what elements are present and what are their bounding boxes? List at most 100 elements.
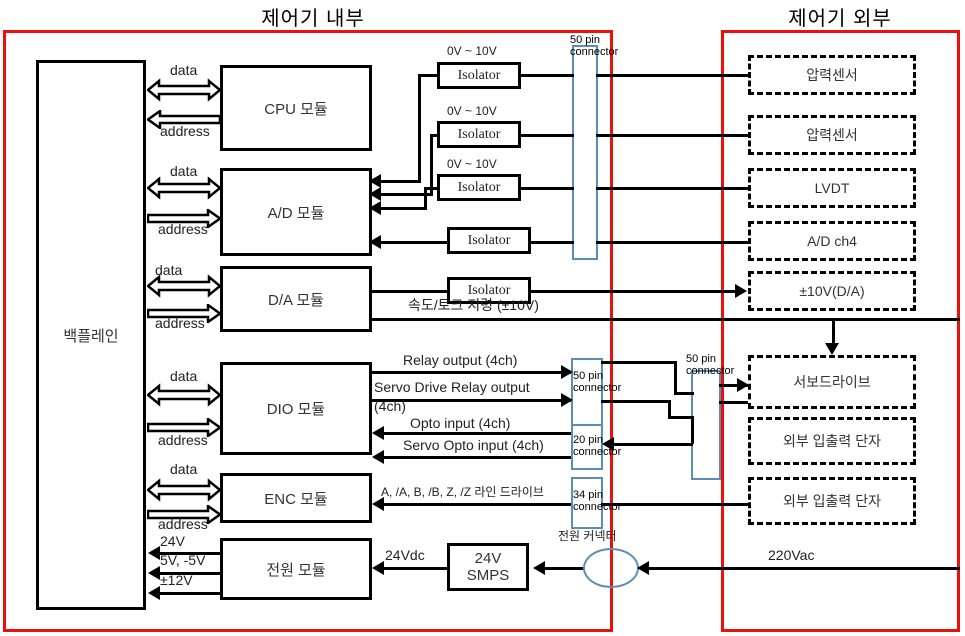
label-220vac: 220Vac — [768, 547, 815, 563]
bus-dio-address-label: address — [158, 432, 208, 448]
device-pressure-sensor-1-label: 압력센서 — [806, 67, 858, 83]
connector-34pin-enc-label-line1: 34 pin — [573, 489, 603, 501]
arrow-da-to-servo — [825, 343, 839, 355]
isolator-1-label: Isolator — [457, 67, 501, 83]
arrow-iso1-to-ad — [369, 174, 381, 188]
module-enc: ENC 모듈 — [220, 473, 372, 523]
label-24v: 24V — [160, 533, 185, 549]
device-external-io-2-label: 외부 입출력 단자 — [783, 493, 881, 509]
connector-50pin-ad-label-line1: 50 pin — [570, 34, 600, 46]
wire-dio50-to-ext — [674, 392, 694, 395]
wire-servo-opto-input — [383, 456, 571, 459]
label-relay-output: Relay output (4ch) — [403, 352, 518, 368]
isolator-1: Isolator — [437, 62, 521, 89]
wire-da-to-iso5 — [372, 290, 450, 293]
wire-dio50-out-bot — [601, 400, 671, 403]
isolator-2-range: 0V ~ 10V — [447, 104, 497, 118]
connector-50pin-ad-label-line2: connector — [570, 46, 619, 58]
isolator-4-label: Isolator — [467, 232, 511, 248]
wire-34pin-to-ext-io — [601, 503, 748, 506]
bus-da-data-label: data — [155, 262, 183, 278]
wire-iso1-out — [520, 74, 574, 77]
bus-da-address-label: address — [155, 315, 205, 331]
wire-iso1-in-h — [418, 74, 439, 77]
label-12v: ±12V — [160, 572, 193, 588]
da-signal-label: 속도/토크 지령 (±10V) — [408, 297, 539, 313]
wire-conn-to-sensor2 — [596, 134, 748, 137]
bus-ad-data-label: data — [170, 163, 198, 179]
wire-conn-to-adch4 — [596, 241, 748, 244]
diagram-canvas: 제어기 내부 제어기 외부 백플레인 CPU 모듈 A/D 모듈 D/A 모듈 … — [0, 0, 965, 636]
bus-dio-data-label: data — [170, 368, 198, 384]
device-ad-ch4: A/D ch4 — [748, 221, 916, 261]
isolator-3: Isolator — [437, 174, 521, 201]
label-5v: 5V, -5V — [160, 552, 206, 568]
module-smps: 24V SMPS — [447, 543, 529, 591]
wire-conn-to-sensor1 — [596, 74, 748, 77]
isolator-1-range: 0V ~ 10V — [447, 44, 497, 58]
connector-50pin-dio-label-line1: 50 pin — [573, 370, 603, 382]
arrow-iso4-to-ad — [369, 235, 381, 249]
wire-ext50-return-h — [614, 443, 693, 446]
arrow-iso2-to-ad — [369, 187, 381, 201]
device-external-io-1-label: 외부 입출력 단자 — [783, 433, 881, 449]
device-servo-drive: 서보드라이브 — [748, 355, 916, 409]
device-lvdt: LVDT — [748, 168, 916, 208]
device-external-io-2: 외부 입출력 단자 — [748, 477, 916, 525]
bus-ad-address-label: address — [158, 221, 208, 237]
bus-cpu-address-label: address — [160, 123, 210, 139]
device-pressure-sensor-2-label: 압력센서 — [806, 127, 858, 143]
connector-50pin-external — [691, 370, 721, 480]
device-servo-drive-label: 서보드라이브 — [793, 374, 871, 390]
module-smps-line2: SMPS — [466, 567, 510, 584]
arrow-24vdc — [372, 561, 384, 575]
module-smps-line1: 24V — [474, 550, 502, 567]
bus-cpu-data — [147, 78, 221, 102]
isolator-3-label: Isolator — [457, 179, 501, 195]
arrow-5v — [148, 566, 160, 580]
wire-12v — [160, 592, 220, 595]
label-enc-line-driver: A, /A, B, /B, Z, /Z 라인 드라이브 — [381, 485, 544, 499]
wire-iso3-out — [520, 187, 574, 190]
module-da-label: D/A 모듈 — [268, 291, 324, 309]
arrow-opto-input — [372, 426, 384, 440]
device-pressure-sensor-2: 압력센서 — [748, 115, 916, 155]
label-servo-opto-input: Servo Opto input (4ch) — [403, 437, 544, 453]
connector-50pin-external-label-line1: 50 pin — [686, 353, 716, 365]
label-opto-input: Opto input (4ch) — [410, 415, 511, 431]
label-servo-relay-output: Servo Drive Relay output — [374, 379, 530, 395]
isolator-4: Isolator — [447, 227, 531, 254]
module-enc-label: ENC 모듈 — [264, 490, 328, 508]
module-ad-label: A/D 모듈 — [267, 204, 325, 222]
device-da-10v-label: ±10V(D/A) — [799, 283, 865, 299]
wire-iso4-out — [530, 241, 574, 244]
wire-iso4-to-ad — [380, 241, 450, 244]
wire-smps-in — [544, 567, 585, 570]
module-dio-label: DIO 모듈 — [266, 401, 326, 418]
label-servo-relay-output-2: (4ch) — [374, 398, 406, 414]
isolator-3-range: 0V ~ 10V — [447, 157, 497, 171]
connector-50pin-dio-label-line2: connector — [573, 382, 622, 394]
wire-220vac — [648, 567, 960, 570]
connector-50pin-ad — [572, 45, 598, 260]
bus-ad-data — [147, 176, 221, 200]
connector-34pin-enc-label-line2: connector — [573, 501, 622, 513]
arrow-12v — [148, 586, 160, 600]
wire-iso2-out — [520, 134, 574, 137]
power-connector-symbol — [583, 548, 639, 588]
bus-enc-address-label: address — [158, 516, 208, 532]
isolator-2: Isolator — [437, 121, 521, 148]
arrow-to-da-ext — [735, 284, 747, 298]
module-da: D/A 모듈 — [220, 266, 372, 332]
wire-ext50-to-servo-2 — [719, 401, 748, 404]
title-external: 제어기 외부 — [788, 8, 892, 30]
arrow-servo-opto-input — [372, 450, 384, 464]
module-cpu: CPU 모듈 — [220, 65, 372, 151]
device-lvdt-label: LVDT — [814, 180, 850, 196]
wire-da-lower — [372, 318, 960, 321]
bus-enc-data — [147, 478, 221, 502]
module-backplane: 백플레인 — [36, 60, 146, 610]
connector-50pin-external-label-line2: connector — [686, 365, 735, 377]
wire-enc-line-driver — [383, 503, 571, 506]
device-ad-ch4-label: A/D ch4 — [807, 233, 857, 249]
